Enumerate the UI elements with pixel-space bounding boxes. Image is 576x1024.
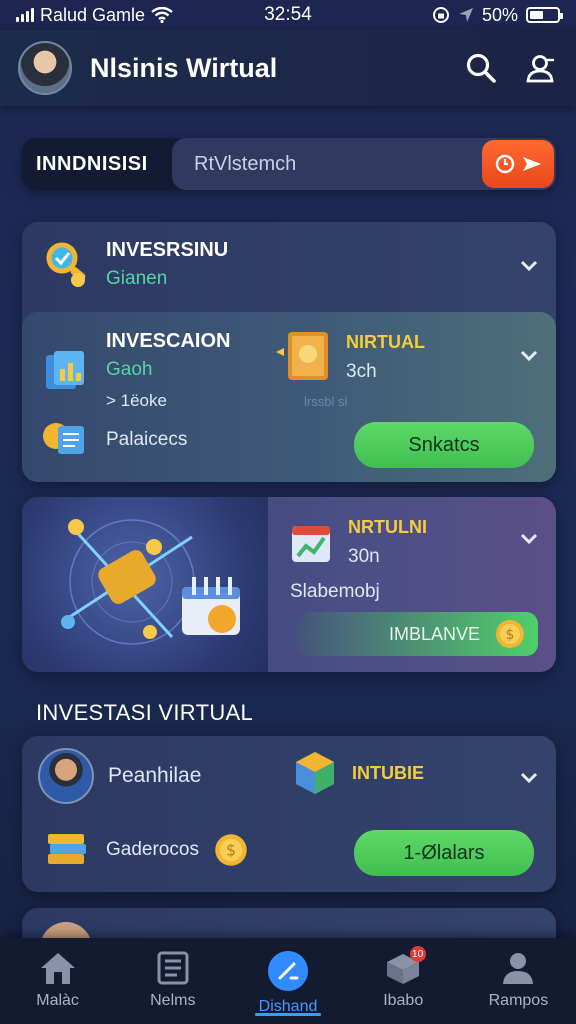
money-stack-icon [48,834,86,864]
investment-illustration [22,497,268,672]
investment-card-2[interactable]: NRTULNI 30n Slabemobj IMBLANVE $ [22,497,556,672]
search-bar: INNDNISISI [22,138,556,190]
active-indicator [255,1013,321,1016]
card1-row2-meta: > 1ëoke [106,391,167,410]
app-title: Nlsinis Wirtual [90,52,278,83]
search-button[interactable] [464,51,498,85]
send-icon [523,157,541,171]
chevron-down-icon[interactable] [518,527,540,549]
pen-icon [268,951,308,991]
battery-percent: 50% [481,4,518,25]
status-bar: Ralud Gamle 32:54 50% [0,0,576,30]
chevron-down-icon[interactable] [518,344,540,366]
nav-label: Malàc [36,992,79,1009]
card1-action-button[interactable]: Snkatcs [354,422,534,468]
card2-button-label: IMBLANVE [388,623,480,644]
lock-rotation-icon [432,7,449,23]
cube-chart-icon [296,752,334,794]
svg-text:$: $ [226,841,236,860]
card1-row2-subtitle: Gaoh [106,359,153,380]
status-left: Ralud Gamle [16,5,216,26]
profile-button[interactable] [524,51,558,85]
card2-action-button[interactable]: IMBLANVE $ [298,612,538,656]
card3-row1: Peanhilae [38,748,201,804]
card1-right-value: 3ch [346,360,377,382]
card1-row3: Palaicecs [40,416,187,464]
status-right: 50% [432,4,563,26]
location-icon [458,8,473,22]
calendar-chart-icon [292,525,330,562]
card2-header: NRTULNI 30n [290,517,427,568]
coin-chart-icon [276,332,328,380]
carrier-name: Ralud Gamle [40,4,146,25]
card1-row1-subtitle: Gianen [106,267,168,289]
card2-label: Slabemobj [290,581,380,602]
card1-right-title: NIRTUAL [346,331,425,352]
card1-row3-label: Palaicecs [106,429,188,450]
card3-row2: Gaderocos $ [44,828,249,872]
investment-card-1[interactable]: INVESRSINU Gianen INVESCAION Gaoh > 1ëok… [22,222,556,482]
card3-action-button[interactable]: 1-Ølalars [354,830,534,876]
card2-value: 30n [348,546,380,567]
nav-item-dashboard[interactable]: Dishand [230,938,345,1024]
person-icon [503,953,534,984]
signal-icon [16,8,34,22]
list-icon [157,951,189,985]
chevron-down-icon[interactable] [518,766,540,788]
card1-row1: INVESRSINU Gianen [40,238,228,290]
home-icon [40,953,75,984]
coin-document-icon [43,423,84,454]
card3-person-label: Peanhilae [108,764,202,787]
card1-row2: INVESCAION Gaoh > 1ëoke [40,330,230,411]
nav-label: Rampos [488,992,549,1009]
bottom-nav: Malàc Nelms Dishand 10 Ibabo Rampos [0,938,576,1024]
clock-icon [495,154,515,174]
card1-row2-right: NIRTUAL 3ch [274,330,425,384]
satellite-coin-illustration [61,519,240,645]
card2-title: NRTULNI [348,517,427,537]
card1-row2-title: INVESCAION [106,330,231,352]
battery-fill [530,11,543,19]
magnifier-coin-icon [46,242,86,287]
card1-row1-title: INVESRSINU [106,238,229,261]
wifi-icon [151,7,173,23]
card3-row2-label: Gaderocos [106,839,199,860]
app-header: Nlsinis Wirtual [0,30,576,106]
card1-subcard: INVESCAION Gaoh > 1ëoke NIRTUAL 3ch lrss… [22,312,556,482]
nav-item-list[interactable]: Nelms [115,938,230,1024]
header-actions [464,51,558,85]
notification-badge: 10 [409,946,426,962]
investment-card-3[interactable]: Peanhilae INTUBIE Gaderocos $ 1-Ølalars [22,736,556,892]
coin-icon: $ [215,834,247,866]
coin-icon: $ [496,620,524,648]
card3-right: INTUBIE [290,748,424,798]
nav-item-box[interactable]: 10 Ibabo [346,938,461,1024]
chevron-down-icon[interactable] [518,254,540,276]
nav-label: Ibabo [383,992,424,1009]
chart-book-icon [46,350,84,389]
nav-label: Nelms [150,992,196,1009]
card1-faded-label: lrssbl sl [304,394,348,409]
nav-item-profile[interactable]: Rampos [461,938,576,1024]
search-icon [466,53,496,83]
card3-right-title: INTUBIE [352,762,424,783]
search-label: INNDNISISI [36,152,148,175]
svg-text:$: $ [506,627,515,643]
avatar[interactable] [18,41,72,95]
search-go-button[interactable] [482,140,554,188]
section-title: INVESTASI VIRTUAL [36,700,254,725]
battery-icon [526,7,563,23]
user-icon [526,55,554,83]
nav-item-home[interactable]: Malàc [0,938,115,1024]
person-avatar [38,748,94,804]
